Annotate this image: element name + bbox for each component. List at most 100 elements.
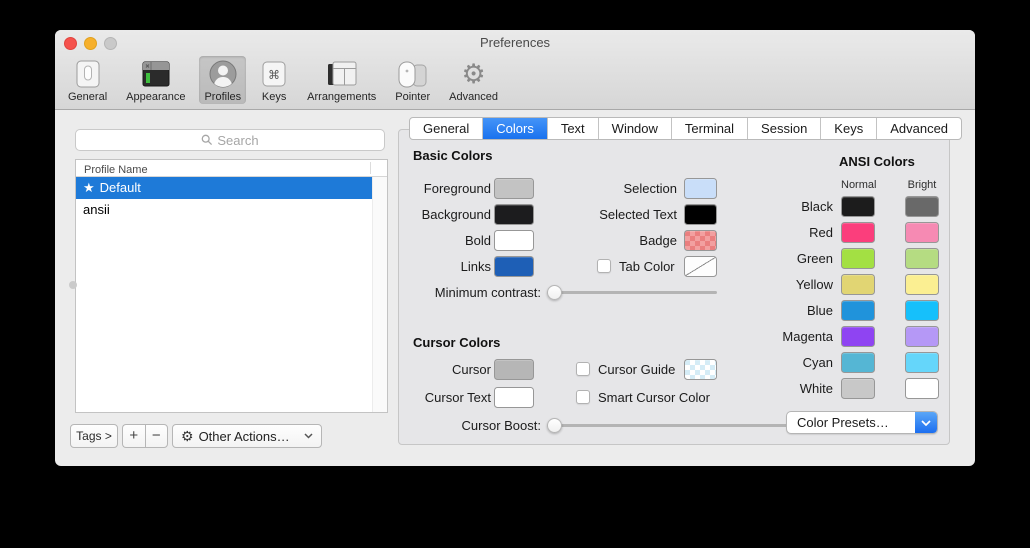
ansi-cyan-normal-well[interactable] <box>841 352 875 373</box>
toolbar-item-general[interactable]: General <box>63 56 112 104</box>
toolbar-item-appearance[interactable]: Appearance <box>121 56 190 104</box>
ansi-normal-header: Normal <box>841 177 875 193</box>
ansi-green-normal-well[interactable] <box>841 248 875 269</box>
badge-label: Badge <box>549 230 677 251</box>
ansi-green-bright-well[interactable] <box>905 248 939 269</box>
tab-color-checkbox[interactable] <box>597 259 611 273</box>
window-title: Preferences <box>55 35 975 50</box>
add-profile-button[interactable]: + <box>122 424 145 448</box>
badge-color-well[interactable] <box>684 230 717 251</box>
cursor-label: Cursor <box>399 359 491 380</box>
arrangements-icon <box>325 58 359 90</box>
profiles-icon <box>207 58 239 90</box>
color-presets-dropdown[interactable]: Color Presets… <box>786 411 938 434</box>
remove-profile-button[interactable]: − <box>145 424 169 448</box>
cursor-guide-color-well[interactable] <box>684 359 717 380</box>
preferences-window: Preferences General Appearance Profiles⌘Ke… <box>55 30 975 466</box>
profile-name: Default <box>100 180 141 195</box>
ansi-red-bright-well[interactable] <box>905 222 939 243</box>
other-actions-dropdown[interactable]: ⚙ Other Actions… <box>172 424 322 448</box>
ansi-yellow-label: Yellow <box>733 274 833 295</box>
ansi-magenta-label: Magenta <box>733 326 833 347</box>
selection-color-well[interactable] <box>684 178 717 199</box>
ansi-yellow-normal-well[interactable] <box>841 274 875 295</box>
cursor-guide-checkbox[interactable] <box>576 362 590 376</box>
tab-session[interactable]: Session <box>748 118 821 139</box>
tab-strip: GeneralColorsTextWindowTerminalSessionKe… <box>409 117 962 140</box>
tab-text[interactable]: Text <box>548 118 599 139</box>
toolbar-item-label: Advanced <box>449 91 498 103</box>
ansi-white-bright-well[interactable] <box>905 378 939 399</box>
ansi-red-label: Red <box>733 222 833 243</box>
cursor-text-label: Cursor Text <box>399 387 491 408</box>
tab-general[interactable]: General <box>410 118 483 139</box>
ansi-blue-bright-well[interactable] <box>905 300 939 321</box>
cursor-guide-label: Cursor Guide <box>598 359 675 380</box>
smart-cursor-color-label: Smart Cursor Color <box>598 387 710 408</box>
other-actions-label: Other Actions… <box>199 429 299 444</box>
toolbar-item-keys[interactable]: ⌘Keys <box>255 56 293 104</box>
smart-cursor-color-checkbox[interactable] <box>576 390 590 404</box>
background-color-well[interactable] <box>494 204 534 225</box>
profile-row[interactable]: ansii <box>76 199 372 221</box>
slider-knob[interactable] <box>547 418 562 433</box>
tab-window[interactable]: Window <box>599 118 672 139</box>
ansi-blue-normal-well[interactable] <box>841 300 875 321</box>
tab-advanced[interactable]: Advanced <box>877 118 961 139</box>
tab-colors[interactable]: Colors <box>483 118 548 139</box>
appearance-icon <box>141 58 171 90</box>
background-label: Background <box>399 204 491 225</box>
ansi-bright-header: Bright <box>905 177 939 193</box>
header-divider <box>370 162 371 174</box>
selection-label: Selection <box>549 178 677 199</box>
bold-label: Bold <box>399 230 491 251</box>
selected-text-label: Selected Text <box>549 204 677 225</box>
tags-button[interactable]: Tags > <box>70 424 118 448</box>
bold-color-well[interactable] <box>494 230 534 251</box>
window-chrome: Preferences General Appearance Profiles⌘Ke… <box>55 30 975 110</box>
toolbar-item-label: Pointer <box>395 91 430 103</box>
add-remove-group: + − <box>122 424 168 448</box>
ansi-magenta-bright-well[interactable] <box>905 326 939 347</box>
profile-row[interactable]: ★Default <box>76 177 372 199</box>
ansi-cyan-label: Cyan <box>733 352 833 373</box>
profile-list-header-label: Profile Name <box>76 164 148 176</box>
selected-text-color-well[interactable] <box>684 204 717 225</box>
slider-track <box>547 291 717 294</box>
ansi-yellow-bright-well[interactable] <box>905 274 939 295</box>
ansi-blue-label: Blue <box>733 300 833 321</box>
tab-keys[interactable]: Keys <box>821 118 877 139</box>
search-icon <box>201 134 213 146</box>
cursor-color-well[interactable] <box>494 359 534 380</box>
pointer-icon <box>397 58 429 90</box>
toolbar-item-label: Appearance <box>126 91 185 103</box>
links-label: Links <box>399 256 491 277</box>
ansi-black-label: Black <box>733 196 833 217</box>
slider-knob[interactable] <box>547 285 562 300</box>
toolbar-item-advanced[interactable]: ⚙Advanced <box>444 56 503 104</box>
scrollbar-track[interactable] <box>372 177 387 412</box>
foreground-color-well[interactable] <box>494 178 534 199</box>
basic-colors-title: Basic Colors <box>413 148 492 164</box>
color-presets-label: Color Presets… <box>787 415 915 430</box>
ansi-black-normal-well[interactable] <box>841 196 875 217</box>
tab-terminal[interactable]: Terminal <box>672 118 748 139</box>
min-contrast-slider[interactable] <box>547 282 717 303</box>
ansi-magenta-normal-well[interactable] <box>841 326 875 347</box>
cursor-text-color-well[interactable] <box>494 387 534 408</box>
titlebar[interactable]: Preferences <box>55 30 975 55</box>
profile-list-header[interactable]: Profile Name <box>76 160 387 177</box>
splitter-handle[interactable] <box>69 281 77 289</box>
links-color-well[interactable] <box>494 256 534 277</box>
foreground-label: Foreground <box>399 178 491 199</box>
ansi-red-normal-well[interactable] <box>841 222 875 243</box>
toolbar-item-pointer[interactable]: Pointer <box>390 56 435 104</box>
tab-color-well[interactable] <box>684 256 717 277</box>
toolbar-item-label: Arrangements <box>307 91 376 103</box>
toolbar-item-arrangements[interactable]: Arrangements <box>302 56 381 104</box>
search-input[interactable]: Search <box>75 129 385 151</box>
ansi-cyan-bright-well[interactable] <box>905 352 939 373</box>
ansi-white-normal-well[interactable] <box>841 378 875 399</box>
toolbar-item-profiles[interactable]: Profiles <box>199 56 246 104</box>
ansi-black-bright-well[interactable] <box>905 196 939 217</box>
